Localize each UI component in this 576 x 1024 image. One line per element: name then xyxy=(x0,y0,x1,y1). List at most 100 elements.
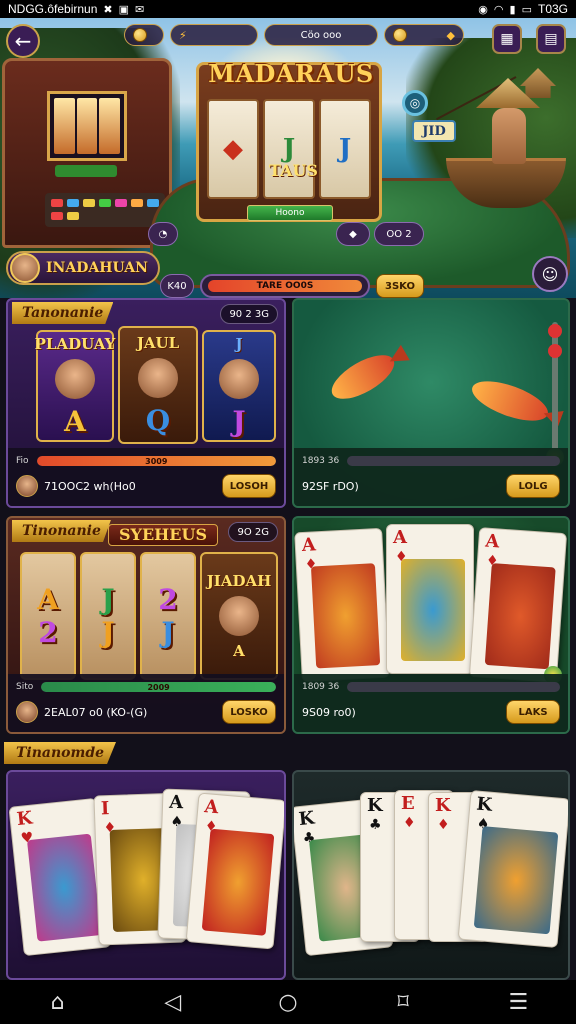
status-time: T03G xyxy=(537,2,568,16)
chat-chip[interactable]: ◔ xyxy=(148,222,178,246)
jackpot-progress-bar: TARE OO0S xyxy=(208,280,362,292)
home-icon[interactable]: ⌂ xyxy=(28,982,88,1022)
game-info-text: 71OOC2 wh(Ho0 xyxy=(44,479,136,493)
shop-button[interactable]: ▤ xyxy=(536,24,566,54)
signal-icon: ▮ xyxy=(509,3,516,16)
level-chip: K40 xyxy=(160,274,194,298)
heart-icon: ◆ xyxy=(446,28,455,42)
profile-icon: ☺ xyxy=(541,264,559,284)
location-icon: ◉ xyxy=(478,3,488,16)
navigation-bar: ⌂ ◁ ○ ⌑ ☰ xyxy=(0,980,576,1024)
section-label: Tinanomde xyxy=(4,742,117,764)
game-info-text: 2EAL07 o0 (KO-(G) xyxy=(44,705,148,719)
game-info-text: 9S09 ro0) xyxy=(302,705,356,719)
hero-gold-button[interactable]: 3SKO xyxy=(376,274,424,298)
fish-illustration xyxy=(325,346,401,408)
slider-track[interactable] xyxy=(552,322,558,452)
avatar-coin-icon xyxy=(133,28,147,42)
status-left-text: NDGG.ôfebirnun xyxy=(8,2,98,16)
app-root: NDGG.ôfebirnun ✖ ▣ ✉ ◉ ◠ ▮ ▭ T03G MADARA… xyxy=(0,0,576,1024)
menu-icon[interactable]: ☰ xyxy=(488,982,548,1022)
progress-fill: 2009 xyxy=(41,682,276,692)
player-name: INADAHUAN xyxy=(46,260,148,276)
reel-3: J xyxy=(319,99,371,199)
jackpot-progress: TARE OO0S xyxy=(200,274,370,298)
battery-icon: ▭ xyxy=(521,3,532,16)
top-pill-coins[interactable]: ◆ xyxy=(384,24,464,46)
slot-reel: JJ xyxy=(202,330,276,442)
player-count: 90 2 3G xyxy=(220,304,278,324)
fisherman-illustration xyxy=(476,78,540,168)
slot-reel: JJ xyxy=(80,552,136,680)
slider-knob-mid[interactable] xyxy=(548,344,562,358)
game-info-text: 92SF rDO) xyxy=(302,479,359,493)
playing-card: A ♦ xyxy=(294,527,390,683)
grid-menu-button[interactable]: ▦ xyxy=(492,24,522,54)
wifi-icon: ◠ xyxy=(493,3,504,16)
progress-label: 1809 36 xyxy=(302,682,340,692)
top-pill-profile[interactable] xyxy=(124,24,164,46)
play-button[interactable]: LOSOH xyxy=(222,474,276,498)
game-card-slot-1[interactable]: Tanonanie 90 2 3G PLADUAY A JAUL Q JJ Fio … xyxy=(6,298,286,508)
fish-illustration xyxy=(467,373,553,429)
game-card-slot-2[interactable]: Tinonanie SYEHEUS 9O 2G A2 JJ 2J JIADAH A xyxy=(6,516,286,734)
table-chip: OO 2 xyxy=(374,222,424,246)
profile-round-button[interactable]: ☺ xyxy=(532,256,568,292)
slot-cabinet-illustration xyxy=(2,58,172,248)
slot-reel: PLADUAY A xyxy=(35,330,115,442)
featured-game-title: MADARAUS xyxy=(208,59,374,88)
play-button[interactable]: LOSKO xyxy=(222,700,276,724)
game-card-cards-2[interactable]: K ♥ I ♦ A ♠ A ♦ xyxy=(6,770,286,980)
play-button[interactable]: LAKS xyxy=(506,700,560,724)
mail-icon: ✉ xyxy=(135,3,145,16)
progress-label: Fio xyxy=(16,456,29,466)
status-bar: NDGG.ôfebirnun ✖ ▣ ✉ ◉ ◠ ▮ ▭ T03G xyxy=(0,0,576,18)
bonus-ring-icon: ◎ xyxy=(402,90,428,116)
slot-reel: JAUL Q xyxy=(118,326,198,444)
hero-banner[interactable]: MADARAUS ◆ J J TAUS Hoono ◎ JID ← ⚡ Cöo … xyxy=(0,18,576,298)
slot-reel: JIADAH A xyxy=(200,552,278,680)
home-circle-icon[interactable]: ○ xyxy=(258,982,318,1022)
top-pill-balance[interactable]: Cöo ooo xyxy=(264,24,378,46)
grid-icon: ▦ xyxy=(500,31,514,47)
featured-slot-machine[interactable]: MADARAUS ◆ J J TAUS Hoono xyxy=(196,59,382,222)
progress-label: Sito xyxy=(16,682,34,692)
game-card-cards-3[interactable]: K ♣ K ♣ E ♦ K ♦ K ♠ xyxy=(292,770,570,980)
top-pill-energy[interactable]: ⚡ xyxy=(170,24,258,46)
back-triangle-icon[interactable]: ◁ xyxy=(143,982,203,1022)
play-button[interactable]: LOLG xyxy=(506,474,560,498)
side-badge: ◎ JID xyxy=(402,90,456,152)
bolt-icon: ⚡ xyxy=(179,28,187,42)
reel-2: J xyxy=(263,99,315,199)
notification-icon: ✖ xyxy=(103,3,113,16)
small-coin-chip: ◆ xyxy=(336,222,370,246)
featured-game-subtitle: TAUS xyxy=(269,161,318,180)
chat-icon: ◔ xyxy=(158,228,168,240)
slot-reel: A2 xyxy=(20,552,76,680)
host-avatar xyxy=(16,475,38,497)
playing-card: A ♦ xyxy=(468,527,568,683)
coin-stack-icon: ◆ xyxy=(349,228,357,240)
player-chip[interactable]: INADAHUAN xyxy=(6,251,160,285)
host-avatar xyxy=(16,701,38,723)
progress-label: 1893 36 xyxy=(302,456,340,466)
bookmark-icon[interactable]: ⌑ xyxy=(373,982,433,1022)
player-count: 9O 2G xyxy=(228,522,278,542)
game-grid: Tanonanie 90 2 3G PLADUAY A JAUL Q JJ Fio … xyxy=(0,298,576,980)
side-badge-text: JID xyxy=(412,120,456,142)
slider-knob-top[interactable] xyxy=(548,324,562,338)
featured-play-button[interactable]: Hoono xyxy=(247,205,333,221)
game-card-label: Tinonanie xyxy=(12,520,111,542)
game-card-cards[interactable]: A ♦ A ♦ A ♦ 1809 36 9S09 ro0) LAKS xyxy=(292,516,570,734)
shop-icon: ▤ xyxy=(544,31,558,47)
playing-card: A ♦ xyxy=(185,792,284,950)
player-avatar xyxy=(10,253,40,283)
game-card-label: Tanonanie xyxy=(12,302,114,324)
arrow-left-icon: ← xyxy=(14,29,32,53)
image-icon: ▣ xyxy=(118,3,129,16)
game-card-fishing[interactable]: 1893 36 92SF rDO) LOLG xyxy=(292,298,570,508)
playing-card: A ♦ xyxy=(386,524,474,674)
back-button[interactable]: ← xyxy=(6,24,40,58)
playing-card: K ♠ xyxy=(457,789,568,949)
slot-reel: 2J xyxy=(140,552,196,680)
